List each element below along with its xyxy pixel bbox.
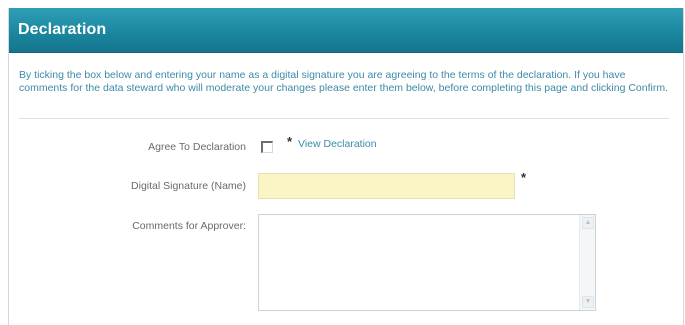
signature-required-marker: * xyxy=(521,170,527,185)
panel-title: Declaration xyxy=(18,21,107,38)
agree-required-marker: * xyxy=(287,134,293,149)
signature-input[interactable] xyxy=(258,173,515,199)
scroll-down-arrow-icon[interactable]: ▼ xyxy=(582,296,594,308)
comments-field: ▲ ▼ xyxy=(258,214,596,311)
divider xyxy=(19,118,669,119)
declaration-panel: Declaration By ticking the box below and… xyxy=(8,8,684,325)
scroll-up-arrow-icon[interactable]: ▲ xyxy=(582,217,594,229)
comments-textarea[interactable] xyxy=(259,215,580,310)
signature-label: Digital Signature (Name) xyxy=(131,180,246,192)
comments-label: Comments for Approver: xyxy=(132,220,246,232)
panel-header: Declaration xyxy=(9,8,683,53)
view-declaration-link[interactable]: View Declaration xyxy=(298,138,377,150)
comments-scrollbar[interactable]: ▲ ▼ xyxy=(579,215,595,310)
agree-label: Agree To Declaration xyxy=(148,141,246,153)
agree-checkbox[interactable] xyxy=(261,141,273,153)
declaration-instructions: By ticking the box below and entering yo… xyxy=(19,69,669,94)
